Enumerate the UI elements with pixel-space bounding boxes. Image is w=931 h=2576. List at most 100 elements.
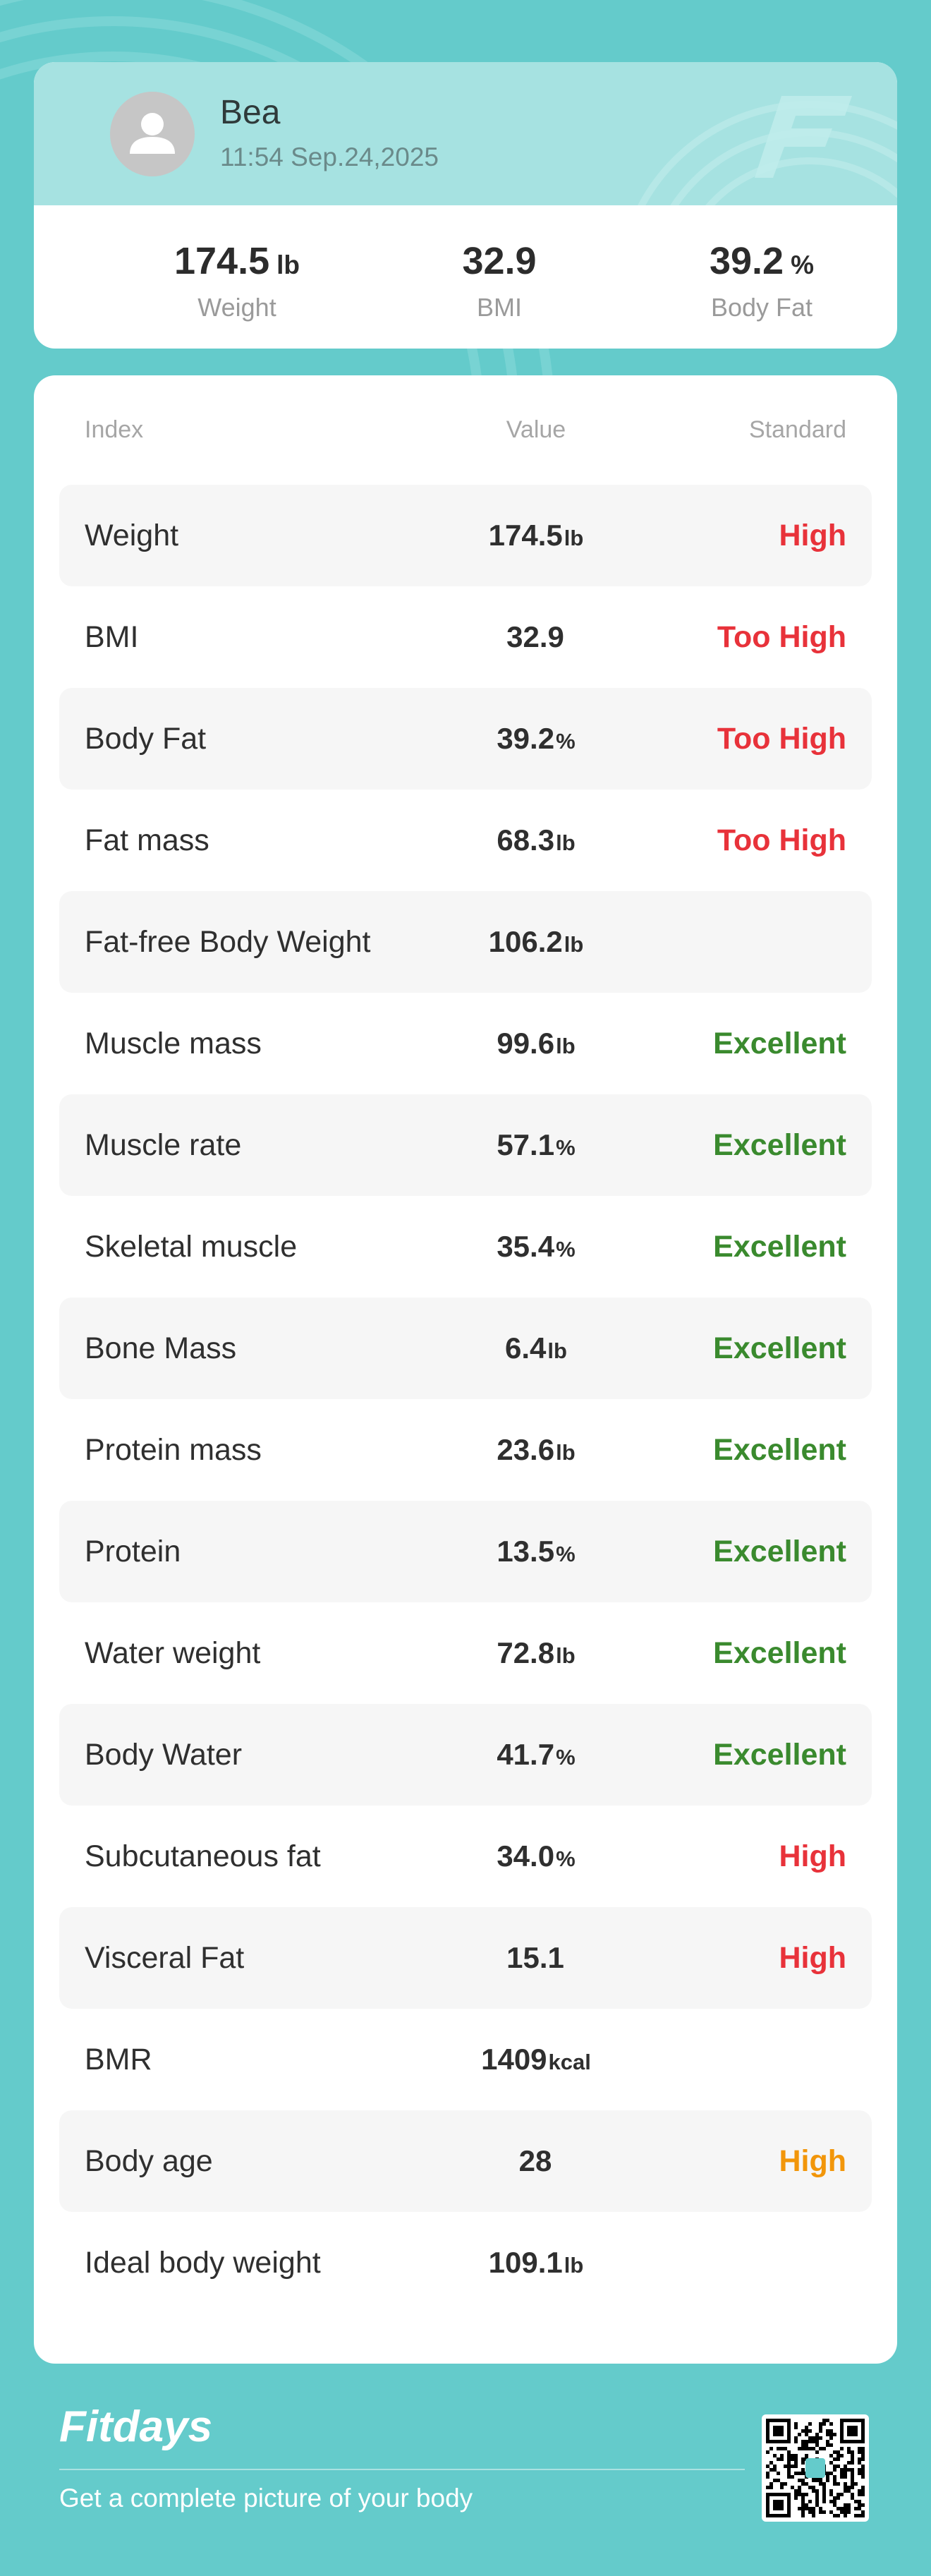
table-row[interactable]: Protein 13.5% Excellent bbox=[59, 1501, 872, 1602]
row-standard-badge: Excellent bbox=[713, 1636, 846, 1670]
row-value-unit: lb bbox=[556, 1440, 576, 1465]
body-fat-label: Body Fat bbox=[710, 293, 813, 322]
row-standard-badge: High bbox=[779, 519, 846, 552]
weight-unit: lb bbox=[276, 250, 300, 279]
report-page: Bea 11:54 Sep.24,2025 174.5 lb Weight 32.… bbox=[0, 0, 931, 2576]
row-value-number: 23.6 bbox=[497, 1433, 555, 1466]
metrics-table: Index Value Standard Weight 174.5lb High BM… bbox=[34, 375, 897, 2364]
qr-code-icon[interactable] bbox=[762, 2414, 869, 2522]
table-row[interactable]: Body age 28 High bbox=[59, 2110, 872, 2212]
row-value: 23.6lb bbox=[423, 1399, 649, 1504]
summary-weight: 174.5 lb Weight bbox=[106, 205, 368, 322]
row-index-label: Bone Mass bbox=[85, 1331, 237, 1365]
footer-tagline: Get a complete picture of your body bbox=[59, 2484, 473, 2512]
row-value-number: 174.5 bbox=[488, 519, 563, 552]
row-value: 1409kcal bbox=[423, 2009, 649, 2113]
fitdays-logo-icon bbox=[755, 96, 852, 178]
row-index-label: Body Fat bbox=[85, 722, 207, 756]
profile-card: Bea 11:54 Sep.24,2025 174.5 lb Weight 32.… bbox=[34, 62, 897, 349]
row-index-label: BMI bbox=[85, 620, 139, 654]
summary-value: 32.9 bbox=[368, 239, 631, 283]
row-index-label: Weight bbox=[85, 519, 179, 552]
row-value: 15.1 bbox=[423, 1907, 649, 2012]
row-value-number: 57.1 bbox=[497, 1128, 555, 1161]
row-value-unit: % bbox=[556, 1542, 576, 1566]
row-index-label: Protein mass bbox=[85, 1433, 262, 1467]
row-value-unit: lb bbox=[564, 2253, 584, 2278]
row-value-number: 41.7 bbox=[497, 1738, 555, 1771]
table-row[interactable]: Fat-free Body Weight 106.2lb bbox=[59, 891, 872, 993]
profile-header: Bea 11:54 Sep.24,2025 bbox=[34, 62, 897, 205]
row-value-number: 106.2 bbox=[488, 925, 563, 958]
row-value: 13.5% bbox=[423, 1501, 649, 1605]
row-value: 174.5lb bbox=[423, 485, 649, 589]
row-value-unit: % bbox=[556, 1237, 576, 1262]
row-index-label: Visceral Fat bbox=[85, 1941, 245, 1975]
table-row[interactable]: Ideal body weight 109.1lb bbox=[59, 2212, 872, 2314]
table-row[interactable]: Bone Mass 6.4lb Excellent bbox=[59, 1298, 872, 1399]
row-value-number: 35.4 bbox=[497, 1230, 555, 1263]
table-row[interactable]: Muscle rate 57.1% Excellent bbox=[59, 1094, 872, 1196]
row-index-label: Fat-free Body Weight bbox=[85, 925, 371, 959]
row-standard-badge: Excellent bbox=[713, 1128, 846, 1162]
row-value-unit: lb bbox=[564, 932, 584, 957]
row-value: 109.1lb bbox=[423, 2212, 649, 2316]
table-row[interactable]: Body Water 41.7% Excellent bbox=[59, 1704, 872, 1806]
row-value-unit: % bbox=[556, 1745, 576, 1770]
table-row[interactable]: Protein mass 23.6lb Excellent bbox=[59, 1399, 872, 1501]
table-header: Index Value Standard bbox=[34, 375, 897, 485]
row-value: 41.7% bbox=[423, 1704, 649, 1808]
row-standard-badge: Excellent bbox=[713, 1535, 846, 1568]
person-icon bbox=[110, 92, 195, 176]
weight-value: 174.5 bbox=[174, 240, 270, 282]
row-value: 28 bbox=[423, 2110, 649, 2215]
row-value: 72.8lb bbox=[423, 1602, 649, 1707]
table-row[interactable]: Water weight 72.8lb Excellent bbox=[59, 1602, 872, 1704]
qr-code-graphic bbox=[766, 2419, 865, 2517]
row-index-label: Protein bbox=[85, 1535, 181, 1568]
row-index-label: Muscle rate bbox=[85, 1128, 242, 1162]
summary-body-fat: 39.2% Body Fat bbox=[631, 205, 893, 322]
row-value-number: 15.1 bbox=[506, 1941, 564, 1974]
row-index-label: Subcutaneous fat bbox=[85, 1839, 321, 1873]
row-value-number: 1409 bbox=[481, 2043, 547, 2076]
table-row[interactable]: Visceral Fat 15.1 High bbox=[59, 1907, 872, 2009]
table-row[interactable]: BMR 1409kcal bbox=[59, 2009, 872, 2110]
row-value: 32.9 bbox=[423, 586, 649, 691]
row-value: 68.3lb bbox=[423, 790, 649, 894]
row-standard-badge: Too High bbox=[717, 823, 846, 857]
row-index-label: Skeletal muscle bbox=[85, 1230, 298, 1264]
row-index-label: Muscle mass bbox=[85, 1027, 262, 1060]
row-value-unit: % bbox=[556, 1135, 576, 1160]
summary-stats: 174.5 lb Weight 32.9 BMI 39.2% Body Fat bbox=[34, 205, 897, 349]
row-value-number: 13.5 bbox=[497, 1535, 555, 1568]
table-row[interactable]: Fat mass 68.3lb Too High bbox=[59, 790, 872, 891]
row-value-unit: % bbox=[556, 1846, 576, 1871]
row-value-unit: lb bbox=[556, 1643, 576, 1668]
row-index-label: Fat mass bbox=[85, 823, 209, 857]
summary-value: 39.2% bbox=[631, 239, 893, 283]
row-index-label: Body Water bbox=[85, 1738, 243, 1772]
row-index-label: Water weight bbox=[85, 1636, 261, 1670]
table-row[interactable]: Skeletal muscle 35.4% Excellent bbox=[59, 1196, 872, 1298]
table-row[interactable]: BMI 32.9 Too High bbox=[59, 586, 872, 688]
table-row[interactable]: Weight 174.5lb High bbox=[59, 485, 872, 586]
row-standard-badge: Excellent bbox=[713, 1433, 846, 1467]
row-value: 35.4% bbox=[423, 1196, 649, 1300]
header-standard: Standard bbox=[749, 416, 846, 443]
row-value-unit: kcal bbox=[548, 2050, 591, 2074]
row-value-number: 34.0 bbox=[497, 1839, 555, 1873]
row-value: 99.6lb bbox=[423, 993, 649, 1097]
table-row[interactable]: Body Fat 39.2% Too High bbox=[59, 688, 872, 790]
row-value: 6.4lb bbox=[423, 1298, 649, 1402]
table-row[interactable]: Subcutaneous fat 34.0% High bbox=[59, 1806, 872, 1907]
row-value-number: 6.4 bbox=[505, 1331, 547, 1365]
row-index-label: BMR bbox=[85, 2043, 152, 2076]
row-value-unit: lb bbox=[556, 830, 576, 855]
table-row[interactable]: Muscle mass 99.6lb Excellent bbox=[59, 993, 872, 1094]
row-standard-badge: High bbox=[779, 1839, 846, 1873]
row-value-number: 39.2 bbox=[497, 722, 555, 755]
footer-brand: Fitdays bbox=[59, 2402, 213, 2451]
avatar[interactable] bbox=[110, 92, 195, 176]
footer-divider bbox=[59, 2469, 745, 2470]
